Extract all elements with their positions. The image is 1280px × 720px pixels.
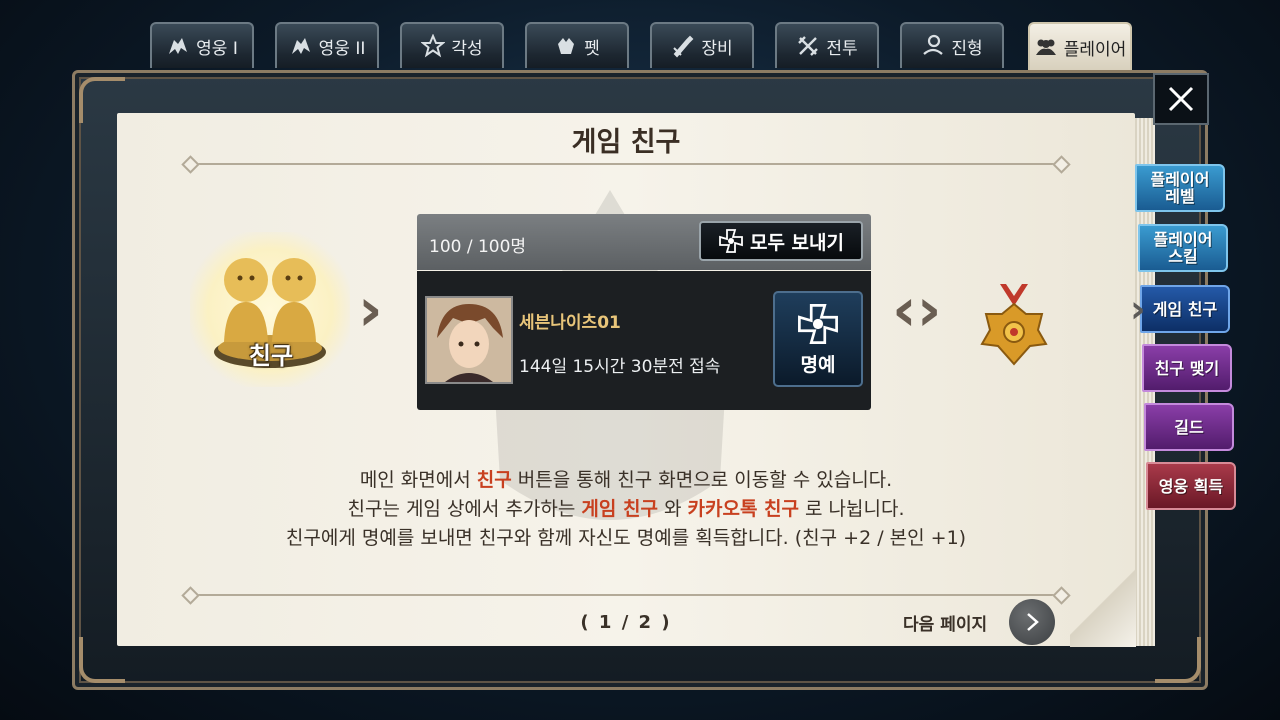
top-tab-bar: 영웅 I 영웅 II 각성 펫 장비 전투 진형 플레이어 xyxy=(150,22,1140,70)
title-divider xyxy=(190,163,1062,165)
tab-player[interactable]: 플레이어 xyxy=(1028,22,1132,70)
players-icon xyxy=(1034,35,1058,59)
tab-hero-1[interactable]: 영웅 I xyxy=(150,22,254,68)
description-line-3: 친구에게 명예를 보내면 친구와 함께 자신도 명예를 획득합니다. (친구 +… xyxy=(285,527,967,549)
side-tab-label: 길드 xyxy=(1174,417,1204,437)
friend-last-login: 144일 15시간 30분전 접속 xyxy=(519,357,721,377)
avatar xyxy=(427,298,511,382)
tab-label: 전투 xyxy=(826,38,858,59)
side-tab-player-level[interactable]: 플레이어 레벨 xyxy=(1135,164,1225,212)
side-tab-add-friend[interactable]: 친구 맺기 xyxy=(1142,344,1232,392)
tab-label: 영웅 I xyxy=(196,38,238,59)
chevron-right-icon xyxy=(1027,613,1039,631)
side-tab-guild[interactable]: 길드 xyxy=(1144,403,1234,451)
next-page-label[interactable]: 다음 페이지 xyxy=(903,610,987,635)
crossed-swords-icon xyxy=(796,34,820,58)
medal-icon xyxy=(980,284,1048,366)
side-tab-label: 플레이어 레벨 xyxy=(1151,171,1210,205)
hero-icon xyxy=(289,34,313,58)
tab-pet[interactable]: 펫 xyxy=(525,22,629,68)
tab-label: 진형 xyxy=(951,38,983,59)
frame-corner-ornament xyxy=(1155,637,1201,683)
footer-divider xyxy=(190,594,1062,596)
tab-label: 장비 xyxy=(701,38,733,59)
text: 스킬 xyxy=(1168,247,1198,266)
chevron-right-icon: › xyxy=(358,275,383,345)
description-line-1: 메인 화면에서 친구 버튼을 통해 친구 화면으로 이동할 수 있습니다. xyxy=(117,466,1135,495)
friend-avatar xyxy=(425,296,513,384)
page-title: 게임 친구 xyxy=(571,127,681,158)
text: 로 나뉩니다. xyxy=(799,498,905,520)
tab-label: 영웅 II xyxy=(318,38,366,59)
side-tab-player-skill[interactable]: 플레이어 스킬 xyxy=(1138,224,1228,272)
highlight-text: 친구 xyxy=(476,469,512,491)
friend-name: 세븐나이츠01 xyxy=(519,313,621,333)
send-honor-button[interactable]: 명예 xyxy=(773,291,863,387)
friend-count: 100 / 100명 xyxy=(429,237,527,257)
text: 레벨 xyxy=(1165,187,1195,206)
tab-label: 플레이어 xyxy=(1063,39,1127,60)
description-line-2: 친구는 게임 상에서 추가하는 게임 친구 와 카카오톡 친구 로 나뉩니다. xyxy=(117,495,1135,524)
tab-hero-2[interactable]: 영웅 II xyxy=(275,22,379,68)
awakening-icon xyxy=(420,33,447,58)
highlight-text: 게임 친구 xyxy=(581,498,658,520)
tab-formation[interactable]: 진형 xyxy=(900,22,1004,68)
honor-cross-icon xyxy=(719,229,743,253)
pet-icon xyxy=(554,34,578,58)
formation-icon xyxy=(921,34,945,58)
send-all-label: 모두 보내기 xyxy=(749,231,844,254)
highlight-text: 카카오톡 친구 xyxy=(687,498,800,520)
send-all-button[interactable]: 모두 보내기 xyxy=(699,221,863,261)
honor-cross-icon xyxy=(798,303,838,344)
tab-battle[interactable]: 전투 xyxy=(775,22,879,68)
tab-equipment[interactable]: 장비 xyxy=(650,22,754,68)
close-button[interactable] xyxy=(1153,73,1209,125)
text: 버튼을 통해 친구 화면으로 이동할 수 있습니다. xyxy=(511,469,893,491)
side-tab-label: 친구 맺기 xyxy=(1154,358,1220,378)
double-chevron-icon: ‹› xyxy=(892,275,942,345)
next-page-button[interactable] xyxy=(1009,599,1055,645)
tab-label: 펫 xyxy=(584,38,600,59)
honor-label: 명예 xyxy=(800,353,836,376)
active-tab-pointer-icon: › xyxy=(1130,287,1146,331)
equipment-icon xyxy=(671,34,695,58)
text: 친구는 게임 상에서 추가하는 xyxy=(347,498,582,520)
text: 와 xyxy=(657,498,688,520)
close-icon xyxy=(1168,86,1194,112)
side-tab-hero-acquire[interactable]: 영웅 획득 xyxy=(1146,462,1236,510)
side-tab-label: 영웅 획득 xyxy=(1158,476,1224,496)
side-tab-label: 플레이어 스킬 xyxy=(1154,231,1213,265)
tab-awakening[interactable]: 각성 xyxy=(400,22,504,68)
side-tab-label: 게임 친구 xyxy=(1152,299,1218,319)
text: 메인 화면에서 xyxy=(359,469,477,491)
side-tab-game-friend[interactable]: 게임 친구 xyxy=(1140,285,1230,333)
page-curl xyxy=(1070,555,1136,647)
tab-label: 각성 xyxy=(451,38,483,59)
friend-badge-label: 친구 xyxy=(248,342,294,370)
hero-icon xyxy=(166,34,190,58)
description: 메인 화면에서 친구 버튼을 통해 친구 화면으로 이동할 수 있습니다. 친구… xyxy=(117,466,1135,553)
